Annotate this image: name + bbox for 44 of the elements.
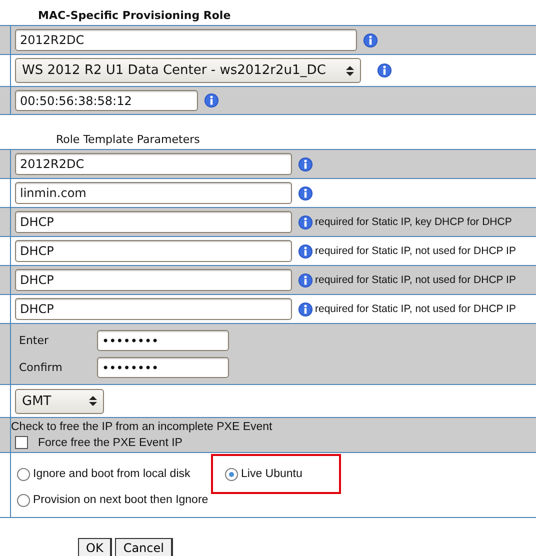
- updown-caret-icon: [346, 64, 354, 76]
- info-icon[interactable]: [298, 156, 313, 172]
- input-field[interactable]: DHCP: [15, 298, 292, 320]
- timezone-select[interactable]: GMT: [15, 388, 104, 414]
- radio-option[interactable]: Ignore and boot from local disk: [15, 463, 211, 485]
- info-icon[interactable]: [298, 214, 313, 230]
- field-label: Enter: [19, 334, 50, 347]
- pxe-hint: Check to free the IP from an incomplete PXE Event: [11, 421, 272, 433]
- cancel-button[interactable]: Cancel: [115, 538, 173, 556]
- info-icon[interactable]: [204, 93, 219, 108]
- field-note: required for Static IP, not used for DHCP IP: [315, 245, 516, 257]
- role-select[interactable]: WS 2012 R2 U1 Data Center - ws2012r2u1_DC: [15, 58, 361, 83]
- input-field[interactable]: DHCP: [15, 269, 292, 291]
- input-field[interactable]: 2012R2DC: [15, 29, 357, 51]
- radio-button[interactable]: [17, 494, 30, 506]
- info-icon[interactable]: [298, 302, 313, 316]
- field-label: Confirm: [19, 361, 64, 374]
- field-note: required for Static IP, not used for DHCP IP: [315, 303, 516, 315]
- section-heading: MAC-Specific Provisioning Role: [37, 8, 232, 24]
- info-icon[interactable]: [377, 63, 392, 78]
- checkbox[interactable]: [15, 436, 28, 449]
- info-icon[interactable]: [298, 272, 313, 288]
- checkbox-label: Force free the PXE Event IP: [38, 436, 182, 448]
- password-field[interactable]: ••••••••: [97, 357, 229, 378]
- radio-button[interactable]: [225, 468, 238, 480]
- field-note: required for Static IP, not used for DHCP IP: [315, 274, 516, 286]
- radio-option[interactable]: Provision on next boot then Ignore: [15, 489, 211, 511]
- radio-button[interactable]: [17, 468, 30, 480]
- password-field[interactable]: ••••••••: [97, 330, 229, 351]
- input-field[interactable]: DHCP: [15, 240, 292, 262]
- ok-button[interactable]: OK: [78, 538, 112, 556]
- info-icon[interactable]: [363, 32, 378, 48]
- info-icon[interactable]: [298, 244, 313, 258]
- section-heading: Role Template Parameters: [55, 132, 201, 148]
- info-icon[interactable]: [298, 186, 313, 200]
- updown-caret-icon: [89, 395, 97, 407]
- radio-label: Provision on next boot then Ignore: [33, 494, 208, 506]
- field-note: required for Static IP, key DHCP for DHCP: [315, 216, 512, 228]
- input-field[interactable]: 2012R2DC: [15, 153, 292, 175]
- input-field[interactable]: linmin.com: [15, 182, 292, 204]
- input-field[interactable]: 00:50:56:38:58:12: [15, 90, 198, 111]
- radio-label: Live Ubuntu: [241, 468, 302, 480]
- radio-label: Ignore and boot from local disk: [33, 468, 190, 480]
- input-field[interactable]: DHCP: [15, 211, 292, 233]
